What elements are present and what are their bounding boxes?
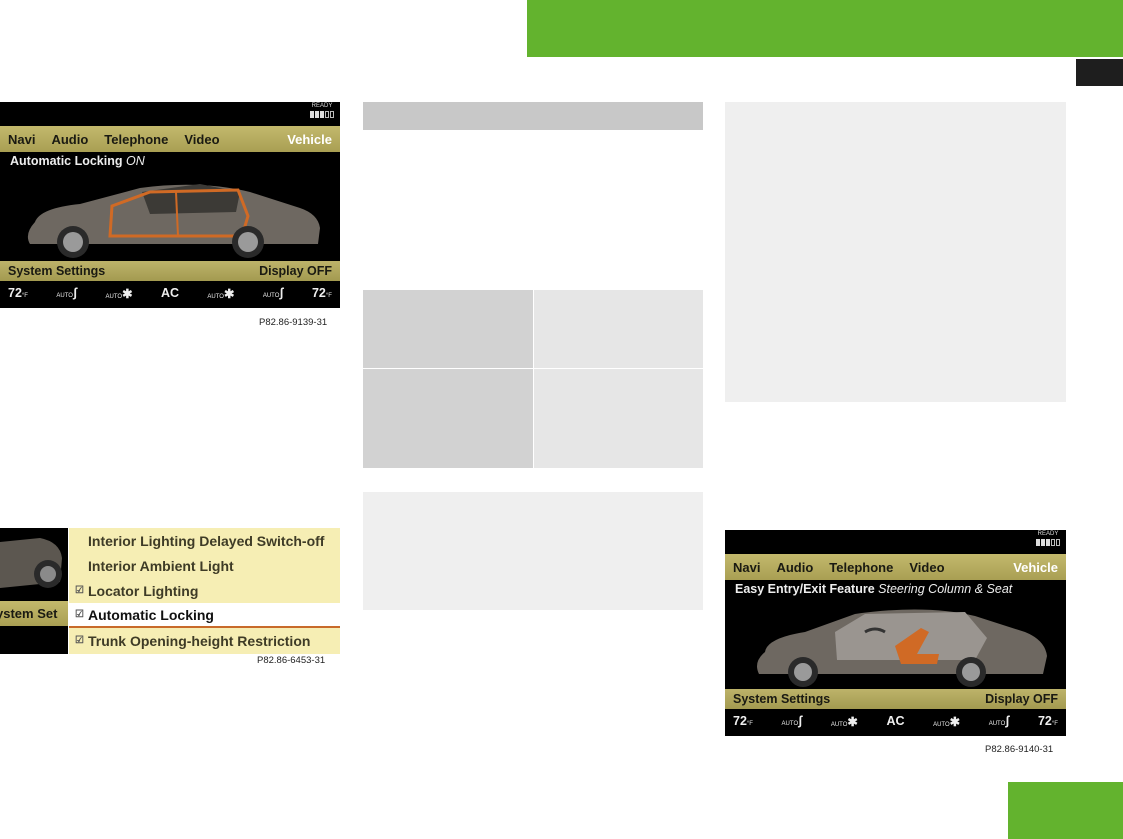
menu-item-telephone[interactable]: Telephone (96, 132, 176, 147)
menu-item-video[interactable]: Video (176, 132, 227, 147)
list-item-interior-lighting-delay[interactable]: Interior Lighting Delayed Switch-off (69, 528, 340, 553)
menu-item-navi[interactable]: Navi (0, 132, 43, 147)
system-settings-bar: System Settings Display OFF (0, 261, 340, 281)
ready-indicator: READY (310, 103, 334, 118)
display-screen-automatic-locking: READY Navi Audio Telephone Video Vehicle… (0, 102, 340, 308)
car-interior-illustration (725, 598, 1066, 689)
menu-item-navi[interactable]: Navi (725, 560, 768, 575)
temp-left[interactable]: 72°F (733, 714, 753, 728)
auto-vent-icon-right[interactable]: AUTOʃ (989, 714, 1010, 728)
main-menu-bar: Navi Audio Telephone Video Vehicle (0, 126, 340, 152)
note-box (363, 492, 703, 610)
ac-button[interactable]: AC (886, 714, 904, 728)
system-settings-button[interactable]: System Settings (733, 692, 830, 706)
climate-bar: 72°F AUTOʃ AUTO✱ AC AUTO✱ AUTOʃ 72°F (0, 281, 340, 305)
auto-fan-icon[interactable]: AUTO✱ (106, 286, 133, 301)
checkbox-icon: ☑ (75, 585, 84, 596)
figure-caption-3: P82.86-9140-31 (985, 744, 1054, 755)
auto-fan-icon[interactable]: AUTO✱ (831, 714, 858, 729)
menu-item-vehicle[interactable]: Vehicle (279, 132, 340, 147)
auto-fan-icon-right[interactable]: AUTO✱ (207, 286, 234, 301)
table-cell (363, 290, 533, 368)
display-screen-easy-entry: READY Navi Audio Telephone Video Vehicle… (725, 530, 1066, 736)
auto-vent-icon-right[interactable]: AUTOʃ (263, 286, 284, 300)
checkbox-icon: ☑ (75, 609, 84, 620)
table-cell (534, 290, 703, 368)
climate-bar: 72°F AUTOʃ AUTO✱ AC AUTO✱ AUTOʃ 72°F (725, 709, 1066, 733)
menu-item-telephone[interactable]: Telephone (821, 560, 901, 575)
auto-vent-icon[interactable]: AUTOʃ (782, 714, 803, 728)
list-item-ambient-light[interactable]: Interior Ambient Light (69, 553, 340, 578)
section-tab (1076, 59, 1123, 86)
temp-right[interactable]: 72°F (312, 286, 332, 300)
system-settings-bar: System Settings Display OFF (725, 689, 1066, 709)
main-menu-bar: Navi Audio Telephone Video Vehicle (725, 554, 1066, 580)
temp-right[interactable]: 72°F (1038, 714, 1058, 728)
display-off-button[interactable]: Display OFF (259, 264, 332, 278)
screen-title: Easy Entry/Exit Feature Steering Column … (735, 582, 1013, 596)
list-item-trunk-restriction[interactable]: ☑ Trunk Opening-height Restriction (69, 628, 340, 653)
system-settings-button[interactable]: System Settings (8, 264, 105, 278)
screen-title: Automatic Locking ON (10, 154, 145, 168)
display-off-button[interactable]: Display OFF (985, 692, 1058, 706)
status-bar: READY (725, 530, 1066, 554)
status-bar: READY (0, 102, 340, 126)
figure-caption-1: P82.86-9139-31 (259, 317, 328, 328)
info-box (725, 102, 1066, 402)
auto-vent-icon[interactable]: AUTOʃ (56, 286, 77, 300)
list-item-automatic-locking[interactable]: ☑ Automatic Locking (69, 603, 340, 628)
auto-fan-icon-right[interactable]: AUTO✱ (933, 714, 960, 729)
menu-item-vehicle[interactable]: Vehicle (1005, 560, 1066, 575)
ac-button[interactable]: AC (161, 286, 179, 300)
table-cell (534, 369, 703, 468)
temp-left[interactable]: 72°F (8, 286, 28, 300)
table-cell (363, 369, 533, 468)
page-corner-block (1008, 782, 1123, 839)
menu-item-video[interactable]: Video (901, 560, 952, 575)
list-item-locator-lighting[interactable]: ☑ Locator Lighting (69, 578, 340, 603)
header-band (527, 0, 1123, 57)
system-settings-tab[interactable]: ystem Set (0, 601, 68, 626)
vehicle-settings-list: Interior Lighting Delayed Switch-off Int… (69, 528, 340, 654)
ready-indicator: READY (1036, 531, 1060, 546)
section-header-bar (363, 102, 703, 130)
figure-caption-2: P82.86-6453-31 (257, 655, 326, 666)
car-illustration (0, 170, 340, 261)
checkbox-icon: ☑ (75, 635, 84, 646)
menu-item-audio[interactable]: Audio (768, 560, 821, 575)
list-screen-left-area: ystem Set (0, 528, 68, 654)
menu-item-audio[interactable]: Audio (43, 132, 96, 147)
